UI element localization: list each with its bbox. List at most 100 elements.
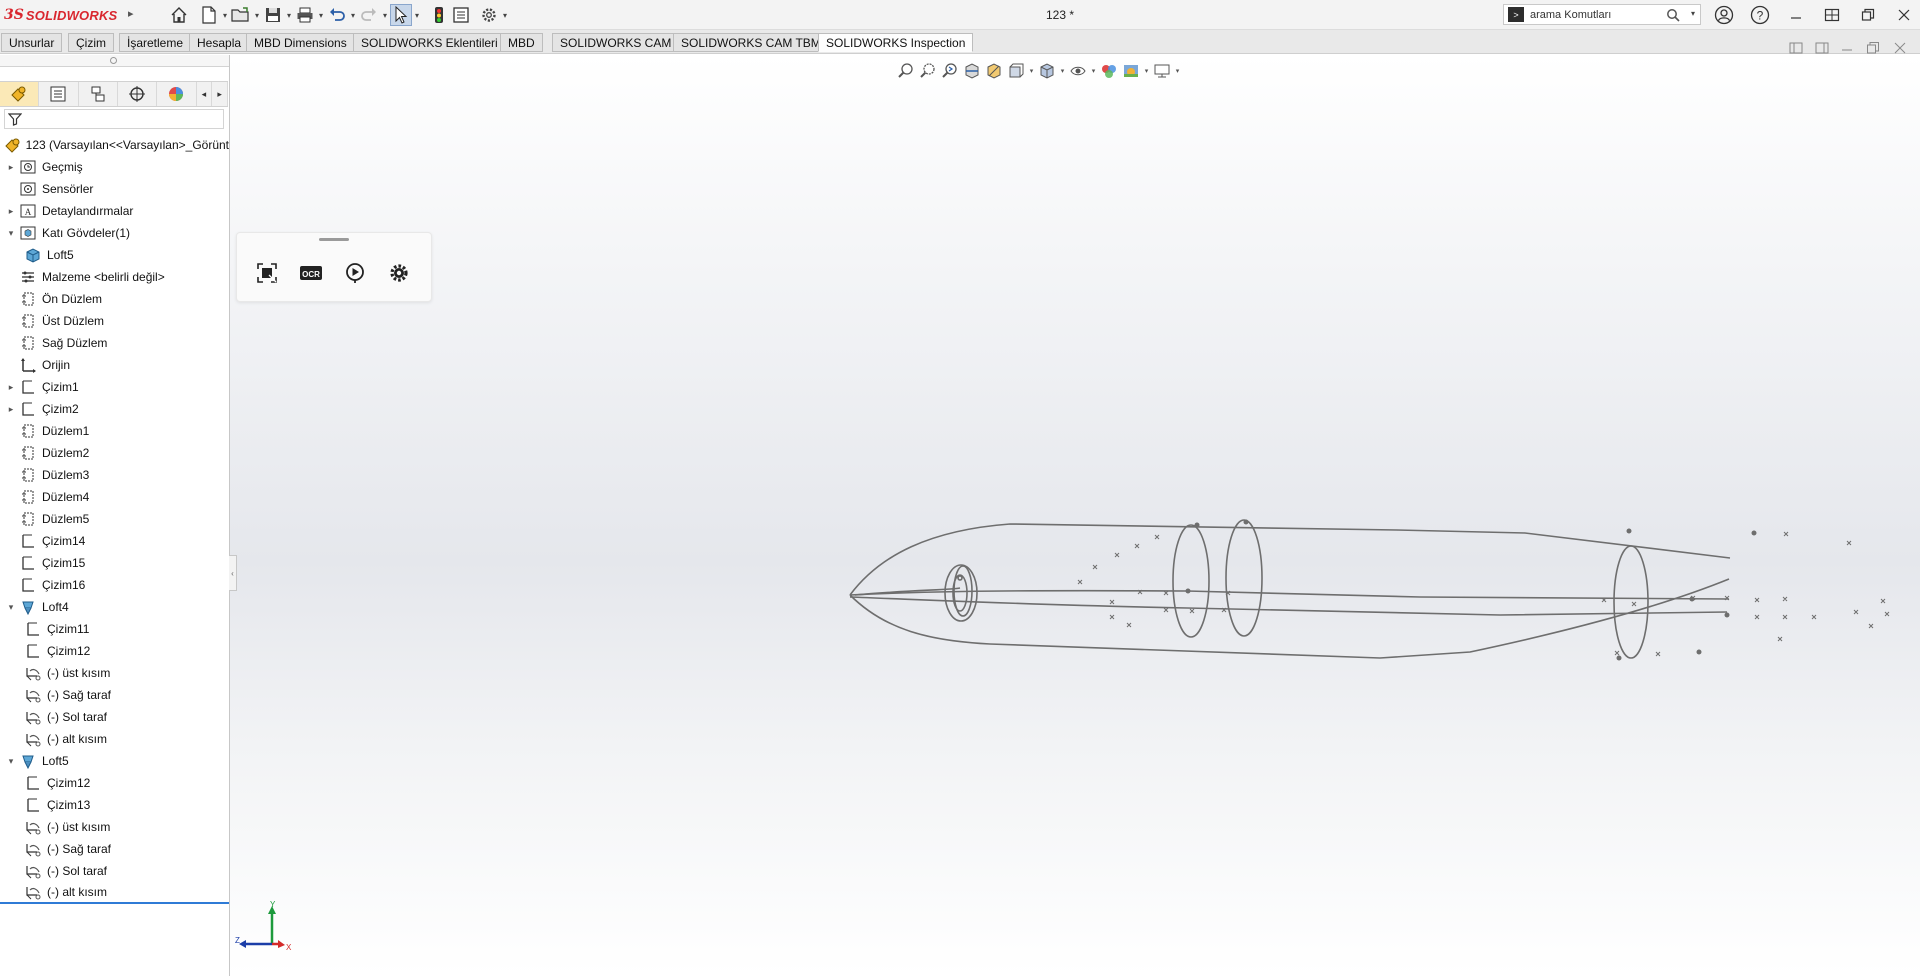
collapse-arrow-icon[interactable]: ▾ [4, 756, 18, 767]
propertymanager-tab-icon[interactable] [39, 82, 79, 106]
select-dropdown-icon[interactable]: ▾ [412, 11, 422, 20]
screen-capture-icon[interactable] [253, 259, 281, 287]
open-folder-icon[interactable] [230, 4, 252, 26]
tab-solidworks-eklentileri[interactable]: SOLIDWORKS Eklentileri [353, 33, 506, 52]
help-icon[interactable]: ? [1748, 4, 1772, 26]
search-icon[interactable] [1666, 8, 1680, 22]
viewport-tile-left-icon[interactable] [1789, 41, 1803, 55]
viewport-close-icon[interactable] [1893, 41, 1907, 55]
menu-expand-icon[interactable]: ▸ [128, 7, 140, 23]
undo-icon[interactable] [326, 4, 348, 26]
tree-item[interactable]: Malzeme <belirli değil> [0, 266, 229, 288]
ocr-icon[interactable]: OCR [297, 259, 325, 287]
tab-mbd[interactable]: MBD [500, 33, 543, 52]
tree-item[interactable]: (-) alt kısım [0, 728, 229, 750]
displaymanager-tab-icon[interactable] [157, 82, 197, 106]
select-cursor-icon[interactable] [390, 4, 412, 26]
close-window-icon[interactable] [1892, 4, 1916, 26]
splitter-grip-icon[interactable] [110, 57, 117, 64]
user-account-icon[interactable] [1712, 4, 1736, 26]
tab-isaretleme[interactable]: İşaretleme [119, 33, 192, 52]
panel-collapse-handle-icon[interactable]: ‹ [229, 555, 237, 591]
tree-root[interactable]: 123 (Varsayılan<<Varsayılan>_Görünt [0, 134, 229, 156]
tree-item[interactable]: Düzlem5 [0, 508, 229, 530]
tree-item[interactable]: ▸ Çizim1 [0, 376, 229, 398]
tab-unsurlar[interactable]: Unsurlar [1, 33, 63, 52]
save-icon[interactable] [262, 4, 284, 26]
tree-item[interactable]: Çizim11 [0, 618, 229, 640]
expand-arrow-icon[interactable]: ▸ [4, 404, 18, 415]
tree-item[interactable]: ▾ Katı Gövdeler(1) [0, 222, 229, 244]
tab-solidworks-cam[interactable]: SOLIDWORKS CAM [552, 33, 680, 52]
tree-item[interactable]: ▸ Çizim2 [0, 398, 229, 420]
home-icon[interactable] [168, 4, 190, 26]
collapse-arrow-icon[interactable]: ▾ [4, 602, 18, 613]
search-dropdown-icon[interactable]: ▾ [1691, 9, 1695, 18]
search-input[interactable] [1530, 8, 1670, 21]
tree-item[interactable]: Çizim16 [0, 574, 229, 596]
filter-icon[interactable] [8, 112, 22, 126]
save-dropdown-icon[interactable]: ▾ [284, 11, 294, 20]
wireframe-model[interactable] [230, 55, 1920, 976]
solidworks-logo[interactable]: 3S SOLIDWORKS [4, 6, 117, 24]
tree-item[interactable]: Düzlem4 [0, 486, 229, 508]
restore-window-icon[interactable] [1856, 4, 1880, 26]
rebuild-traffic-light-icon[interactable] [428, 4, 450, 26]
viewport-tile-right-icon[interactable] [1815, 41, 1829, 55]
tree-item[interactable]: Ön Düzlem [0, 288, 229, 310]
options-dropdown-icon[interactable]: ▾ [500, 11, 510, 20]
tree-item[interactable]: (-) Sol taraf [0, 860, 229, 882]
print-dropdown-icon[interactable]: ▾ [316, 11, 326, 20]
expand-arrow-icon[interactable]: ▸ [4, 206, 18, 217]
scroll-tabs-right-icon[interactable]: ▸ [212, 82, 229, 106]
scroll-tabs-left-icon[interactable]: ◂ [197, 82, 213, 106]
tab-cizim[interactable]: Çizim [68, 33, 114, 52]
tree-filter[interactable] [4, 109, 224, 129]
tree-item[interactable]: Çizim12 [0, 640, 229, 662]
tree-item[interactable]: Düzlem1 [0, 420, 229, 442]
tab-solidworks-inspection[interactable]: SOLIDWORKS Inspection [818, 33, 974, 52]
tree-item[interactable]: Orijin [0, 354, 229, 376]
tree-item[interactable]: Çizim12 [0, 772, 229, 794]
tab-solidworks-cam-tbm[interactable]: SOLIDWORKS CAM TBM [673, 33, 829, 52]
open-dropdown-icon[interactable]: ▾ [252, 11, 262, 20]
options-gear-icon[interactable] [478, 4, 500, 26]
expand-arrow-icon[interactable]: ▸ [4, 382, 18, 393]
tree-item[interactable]: ▸ Geçmiş [0, 156, 229, 178]
panel-splitter[interactable] [0, 55, 229, 67]
tree-item[interactable]: Loft5 [0, 244, 229, 266]
drag-handle[interactable] [319, 238, 349, 241]
viewport-restore-icon[interactable] [1866, 41, 1880, 55]
tree-item[interactable]: Sensörler [0, 178, 229, 200]
viewport-minimize-icon[interactable] [1840, 41, 1854, 55]
tree-item[interactable]: (-) Sol taraf [0, 706, 229, 728]
new-dropdown-icon[interactable]: ▾ [220, 11, 230, 20]
new-document-icon[interactable] [198, 4, 220, 26]
tree-item[interactable]: (-) Sağ taraf [0, 684, 229, 706]
tree-item[interactable]: ▾ Loft4 [0, 596, 229, 618]
tab-hesapla[interactable]: Hesapla [189, 33, 250, 52]
tree-item[interactable]: (-) Sağ taraf [0, 838, 229, 860]
settings-gear-icon[interactable] [385, 259, 413, 287]
redo-dropdown-icon[interactable]: ▾ [380, 11, 390, 20]
featuremanager-tab-icon[interactable] [0, 82, 40, 106]
command-search[interactable]: > ▾ [1503, 4, 1701, 25]
tree-item[interactable]: Düzlem3 [0, 464, 229, 486]
tree-item[interactable]: Düzlem2 [0, 442, 229, 464]
tree-item[interactable]: Sağ Düzlem [0, 332, 229, 354]
tab-mbd-dimensions[interactable]: MBD Dimensions [246, 33, 355, 52]
tree-item[interactable]: Çizim15 [0, 552, 229, 574]
print-icon[interactable] [294, 4, 316, 26]
undo-dropdown-icon[interactable]: ▾ [348, 11, 358, 20]
expand-arrow-icon[interactable]: ▸ [4, 162, 18, 173]
tree-item[interactable]: (-) üst kısım [0, 816, 229, 838]
configurationmanager-tab-icon[interactable] [79, 82, 118, 106]
tree-item[interactable]: Çizim13 [0, 794, 229, 816]
tree-item[interactable]: Üst Düzlem [0, 310, 229, 332]
tree-item[interactable]: ▸ A Detaylandırmalar [0, 200, 229, 222]
tree-item[interactable]: Çizim14 [0, 530, 229, 552]
tree-item[interactable]: (-) alt kısım [0, 882, 229, 904]
collapse-arrow-icon[interactable]: ▾ [4, 228, 18, 239]
minimize-icon[interactable] [1784, 4, 1808, 26]
file-properties-icon[interactable] [450, 4, 472, 26]
